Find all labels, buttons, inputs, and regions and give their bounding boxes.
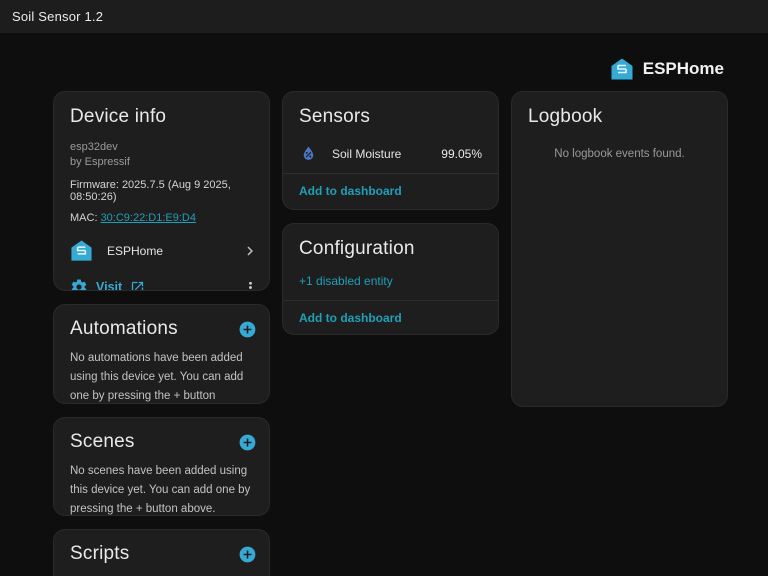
water-percent-icon bbox=[299, 144, 318, 163]
configuration-card: Configuration +1 disabled entity Add to … bbox=[282, 223, 499, 335]
esphome-logo-icon bbox=[610, 57, 634, 81]
logbook-empty-text: No logbook events found. bbox=[512, 148, 727, 160]
more-options-icon[interactable] bbox=[242, 279, 259, 292]
device-model: esp32dev bbox=[70, 140, 253, 155]
visit-link[interactable]: Visit bbox=[96, 280, 122, 291]
brand-header: ESPHome bbox=[0, 33, 768, 91]
mac-label: MAC: bbox=[70, 212, 101, 224]
app-bar: Soil Sensor 1.2 bbox=[0, 0, 768, 33]
device-info-card: Device info esp32dev by Espressif Firmwa… bbox=[53, 91, 270, 291]
mac-address-link[interactable]: 30:C9:22:D1:E9:D4 bbox=[101, 212, 196, 224]
sensor-row-soil-moisture[interactable]: Soil Moisture 99.05% bbox=[283, 134, 498, 173]
chevron-right-icon bbox=[241, 242, 259, 260]
open-in-new-icon[interactable] bbox=[130, 280, 145, 292]
device-info-title: Device info bbox=[70, 106, 253, 128]
add-automation-icon[interactable] bbox=[238, 320, 257, 339]
settings-gear-icon[interactable] bbox=[70, 278, 88, 291]
scenes-title: Scenes bbox=[70, 431, 135, 453]
sensors-title: Sensors bbox=[299, 106, 482, 128]
device-page-content: Device info esp32dev by Espressif Firmwa… bbox=[0, 91, 768, 576]
sensor-value: 99.05% bbox=[441, 147, 482, 161]
configuration-title: Configuration bbox=[299, 238, 482, 260]
page-title: Soil Sensor 1.2 bbox=[12, 9, 103, 24]
add-scene-icon[interactable] bbox=[238, 433, 257, 452]
sensor-name: Soil Moisture bbox=[332, 147, 427, 161]
add-script-icon[interactable] bbox=[238, 545, 257, 564]
device-manufacturer: by Espressif bbox=[70, 155, 253, 170]
automations-empty-text: No automations have been added using thi… bbox=[54, 340, 269, 404]
scenes-empty-text: No scenes have been added using this dev… bbox=[54, 453, 269, 516]
logbook-title: Logbook bbox=[528, 106, 711, 128]
left-column: Device info esp32dev by Espressif Firmwa… bbox=[53, 91, 270, 576]
brand-name: ESPHome bbox=[643, 59, 724, 79]
device-firmware: Firmware: 2025.7.5 (Aug 9 2025, 08:50:26… bbox=[70, 179, 253, 203]
configuration-add-to-dashboard-button[interactable]: Add to dashboard bbox=[283, 301, 498, 335]
right-column: Logbook No logbook events found. bbox=[511, 91, 728, 576]
scenes-card: Scenes No scenes have been added using t… bbox=[53, 417, 270, 516]
logbook-card: Logbook No logbook events found. bbox=[511, 91, 728, 407]
scripts-title: Scripts bbox=[70, 543, 129, 565]
sensors-card: Sensors Soil Moisture 99.05% Add to dash… bbox=[282, 91, 499, 210]
middle-column: Sensors Soil Moisture 99.05% Add to dash… bbox=[282, 91, 499, 576]
automations-title: Automations bbox=[70, 318, 178, 340]
disabled-entities-link[interactable]: +1 disabled entity bbox=[283, 260, 498, 300]
esphome-integration-icon bbox=[70, 239, 93, 262]
sensors-add-to-dashboard-button[interactable]: Add to dashboard bbox=[283, 174, 498, 210]
integration-name: ESPHome bbox=[107, 244, 227, 258]
automations-card: Automations No automations have been add… bbox=[53, 304, 270, 404]
integration-row-esphome[interactable]: ESPHome bbox=[54, 231, 269, 270]
scripts-card: Scripts bbox=[53, 529, 270, 576]
